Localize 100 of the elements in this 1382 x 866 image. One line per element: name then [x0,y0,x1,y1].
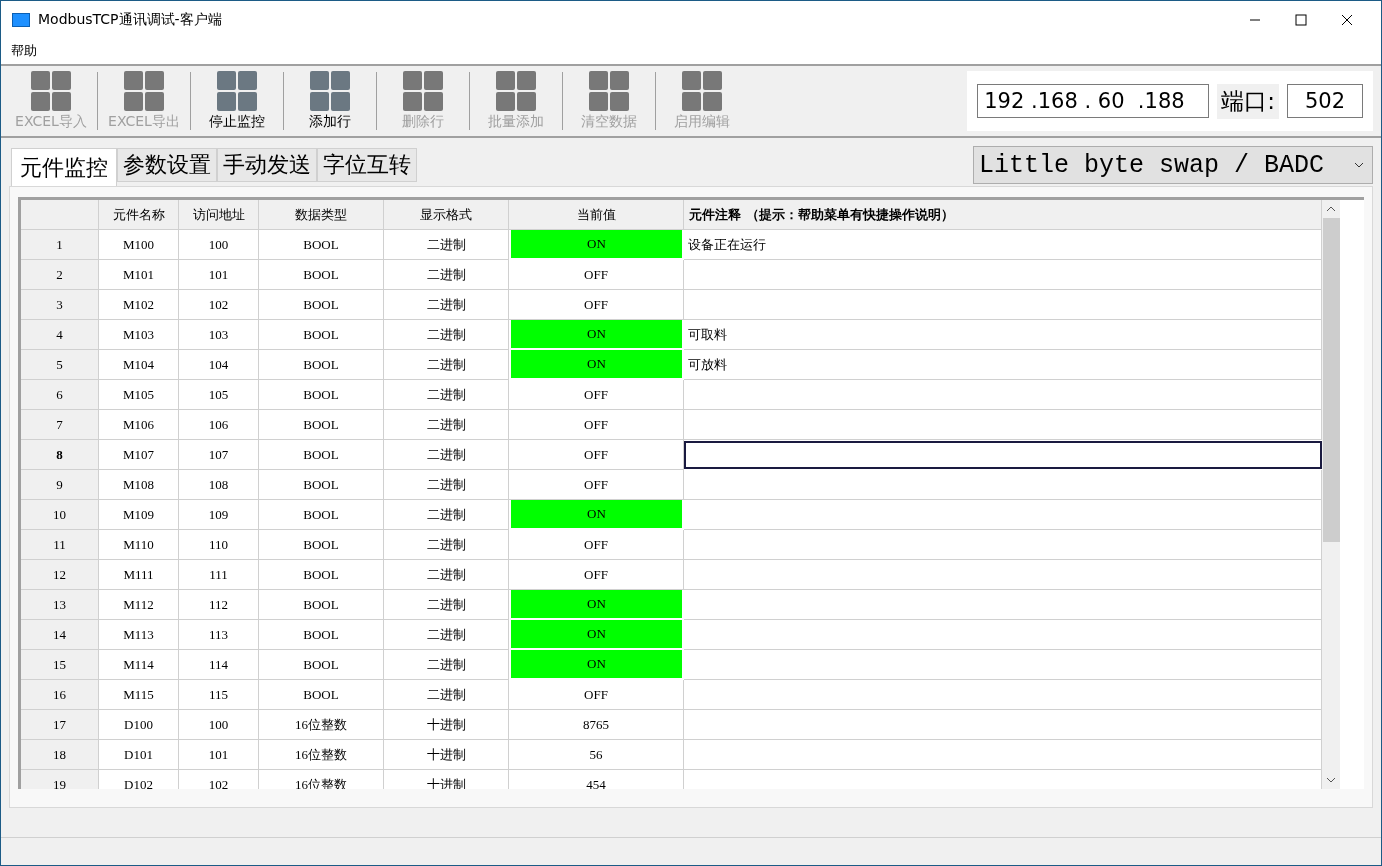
table-cell: M115 [99,680,179,710]
column-header: 元件注释 （提示：帮助菜单有快捷操作说明） [684,200,1322,230]
ip-address-field[interactable]: 192 .168 . 60 .188 [977,84,1210,118]
vertical-scrollbar[interactable] [1322,200,1340,789]
table-cell: 112 [179,590,259,620]
table-cell: M114 [99,650,179,680]
row-number: 19 [21,770,99,789]
grid-icon [682,71,722,111]
row-number: 14 [21,620,99,650]
row-number: 12 [21,560,99,590]
table-cell: BOOL [259,350,384,380]
column-header: 当前值 [509,200,684,230]
table-cell: M113 [99,620,179,650]
table-cell: 104 [179,350,259,380]
table-cell: 二进制 [384,260,509,290]
row-number: 18 [21,740,99,770]
table-cell: 可取料 [684,320,1322,350]
table-cell: 二进制 [384,440,509,470]
table-cell: 101 [179,740,259,770]
grid-icon [217,71,257,111]
scroll-down-icon[interactable] [1326,777,1336,783]
table-cell: M109 [99,500,179,530]
maximize-icon[interactable] [1295,13,1307,26]
row-number: 3 [21,290,99,320]
table-cell: 可放料 [684,350,1322,380]
table-cell: 二进制 [384,560,509,590]
tab[interactable]: 手动发送 [217,148,317,182]
value-cell: ON [509,350,684,380]
table-cell: 16位整数 [259,710,384,740]
value-cell: OFF [509,680,684,710]
table-cell: M105 [99,380,179,410]
table-cell: M101 [99,260,179,290]
value-cell: ON [509,650,684,680]
table-cell: BOOL [259,230,384,260]
grid-icon [310,71,350,111]
table-cell: BOOL [259,680,384,710]
table-cell: 100 [179,230,259,260]
value-cell: ON [509,620,684,650]
table-cell: BOOL [259,380,384,410]
table-cell: BOOL [259,470,384,500]
value-cell: ON [509,320,684,350]
tab[interactable]: 参数设置 [117,148,217,182]
table-cell: M104 [99,350,179,380]
table-cell: M111 [99,560,179,590]
table-cell: 108 [179,470,259,500]
row-number: 10 [21,500,99,530]
row-number: 6 [21,380,99,410]
row-number: 4 [21,320,99,350]
value-cell: OFF [509,410,684,440]
table-cell: D102 [99,770,179,789]
value-cell: ON [509,590,684,620]
window-title: ModbusTCP通讯调试-客户端 [38,10,222,29]
byte-order-dropdown[interactable]: Little byte swap / BADC [973,146,1373,184]
table-cell: BOOL [259,260,384,290]
table-cell: 二进制 [384,290,509,320]
table-cell: 设备正在运行 [684,230,1322,260]
table-cell: 100 [179,710,259,740]
table-cell: 十进制 [384,710,509,740]
table-cell: 101 [179,260,259,290]
scroll-up-icon[interactable] [1326,206,1336,212]
tab[interactable]: 字位互转 [317,148,417,182]
table-cell: BOOL [259,440,384,470]
scrollbar-thumb[interactable] [1322,218,1340,542]
table-cell: 二进制 [384,530,509,560]
table-cell: BOOL [259,560,384,590]
row-number: 11 [21,530,99,560]
table-cell: D100 [99,710,179,740]
close-icon[interactable] [1341,13,1353,26]
grid-icon [589,71,629,111]
table-cell: 107 [179,440,259,470]
value-cell: ON [509,500,684,530]
port-label: 端口: [1217,83,1279,119]
table-cell: 111 [179,560,259,590]
grid-icon [403,71,443,111]
table-cell: 十进制 [384,740,509,770]
table-cell: 115 [179,680,259,710]
grid-icon [31,71,71,111]
table-cell: D101 [99,740,179,770]
table-cell: M106 [99,410,179,440]
menu-item[interactable]: 帮助 [11,42,37,60]
table-cell: 113 [179,620,259,650]
tab[interactable]: 元件监控 [11,148,117,186]
row-number: 13 [21,590,99,620]
value-cell: OFF [509,260,684,290]
toolbar-button[interactable]: 停止监控 [191,68,283,134]
table-cell: M100 [99,230,179,260]
value-cell: OFF [509,440,684,470]
table-cell: BOOL [259,590,384,620]
table-cell: 二进制 [384,470,509,500]
comment-input-field[interactable] [684,441,1322,469]
column-header: 数据类型 [259,200,384,230]
table-cell: M110 [99,530,179,560]
table-cell: BOOL [259,650,384,680]
table-cell: 109 [179,500,259,530]
table-cell: 102 [179,290,259,320]
toolbar-button[interactable]: 添加行 [284,68,376,134]
row-number: 7 [21,410,99,440]
value-cell: 454 [509,770,684,789]
port-field[interactable]: 502 [1287,84,1363,118]
value-cell: 8765 [509,710,684,740]
